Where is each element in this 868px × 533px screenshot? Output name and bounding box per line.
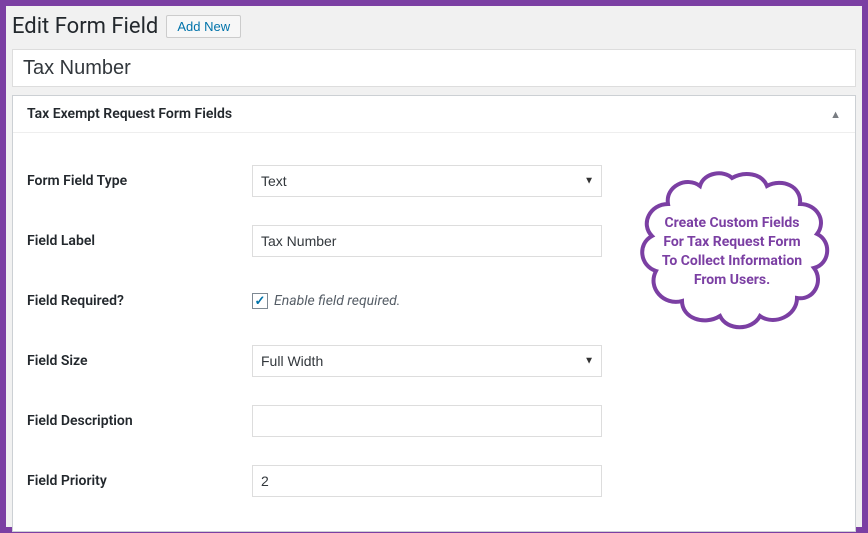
label-field-type: Form Field Type [27,173,252,189]
page-title: Edit Form Field [12,14,158,39]
info-callout-cloud: Create Custom Fields For Tax Request For… [632,166,832,336]
label-field-required: Field Required? [27,293,252,309]
label-field-description: Field Description [27,413,252,429]
metabox-title: Tax Exempt Request Form Fields [27,106,232,122]
checkbox-label-field-required: Enable field required. [274,293,400,309]
metabox-header[interactable]: Tax Exempt Request Form Fields ▲ [13,96,855,133]
add-new-button[interactable]: Add New [166,15,241,38]
collapse-icon[interactable]: ▲ [830,108,841,121]
check-icon: ✓ [255,295,266,308]
input-field-description[interactable] [252,405,602,437]
input-field-label[interactable] [252,225,602,257]
row-field-size: Field Size Full Width ▼ [13,331,855,391]
input-field-priority[interactable] [252,465,602,497]
checkbox-field-required[interactable]: ✓ [252,293,268,309]
select-field-size[interactable]: Full Width [252,345,602,377]
label-field-priority: Field Priority [27,473,252,489]
title-row [6,49,862,95]
label-field-size: Field Size [27,353,252,369]
callout-text: Create Custom Fields For Tax Request For… [652,214,812,290]
label-field-label: Field Label [27,233,252,249]
field-title-input[interactable] [12,49,856,87]
row-field-priority: Field Priority [13,451,855,511]
row-field-description: Field Description [13,391,855,451]
page-header: Edit Form Field Add New [6,6,862,49]
select-field-type[interactable]: Text [252,165,602,197]
app-frame: Edit Form Field Add New Tax Exempt Reque… [0,0,868,533]
